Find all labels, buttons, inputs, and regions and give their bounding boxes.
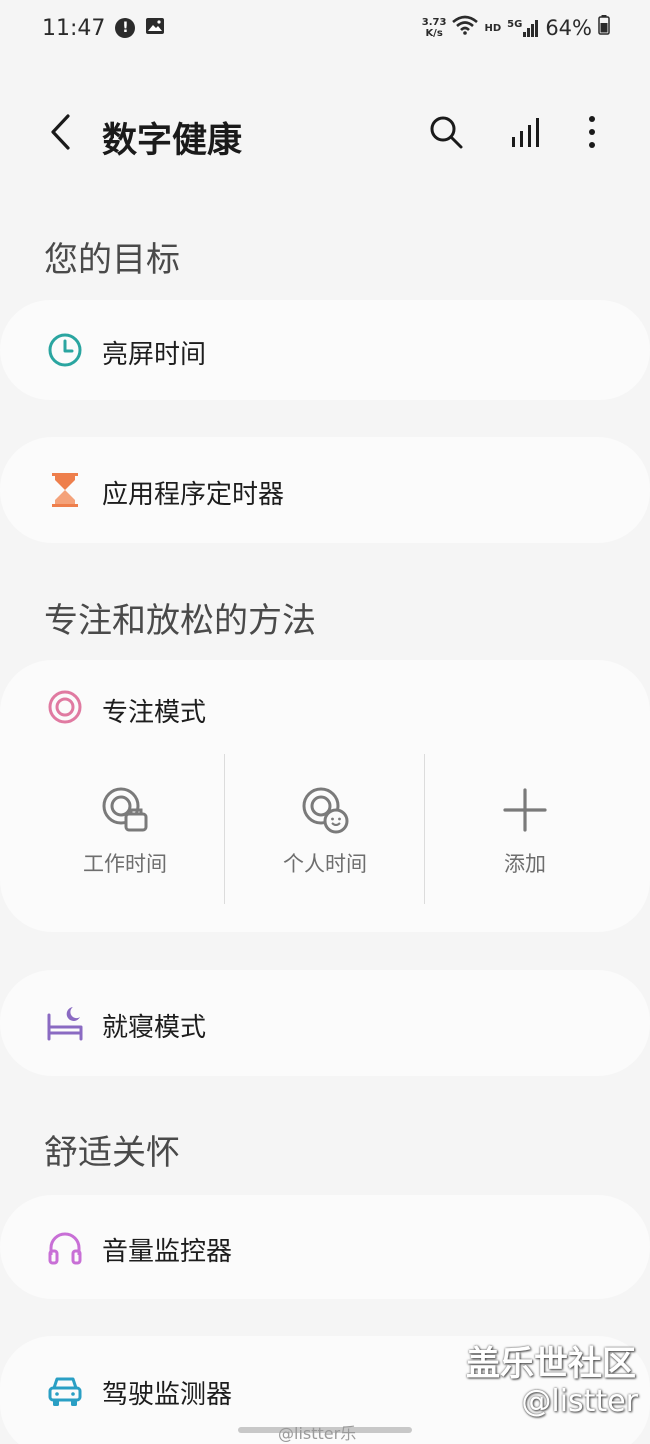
- bedtime-mode-label: 就寝模式: [102, 1013, 207, 1043]
- focus-mode-options: 工作时间 个人时间 添加: [25, 754, 625, 904]
- battery-icon: [598, 15, 610, 41]
- status-bar: 11:47 ! 3.73 K/s HD 5G 64%: [0, 0, 650, 56]
- add-mode-label: 添加: [504, 852, 546, 876]
- hd-label: HD: [484, 22, 502, 34]
- app-bar: 数字健康: [0, 96, 650, 172]
- add-mode-option[interactable]: 添加: [425, 754, 625, 904]
- hourglass-icon: [46, 471, 84, 509]
- driving-monitor-label: 驾驶监测器: [102, 1380, 233, 1410]
- status-time: 11:47: [42, 15, 106, 41]
- app-timer-row[interactable]: 应用程序定时器: [0, 440, 650, 540]
- search-icon: [430, 116, 463, 149]
- car-icon: [46, 1372, 84, 1410]
- bedtime-mode-card[interactable]: 就寝模式: [0, 970, 650, 1076]
- volume-monitor-row[interactable]: 音量监控器: [0, 1197, 650, 1297]
- volume-monitor-card[interactable]: 音量监控器: [0, 1195, 650, 1299]
- community-watermark: 盖乐世社区: [466, 1344, 636, 1384]
- section-title-goals: 您的目标: [44, 240, 180, 280]
- screen-time-card[interactable]: 亮屏时间: [0, 300, 650, 400]
- net-speed-unit: K/s: [425, 28, 443, 39]
- section-title-care: 舒适关怀: [44, 1133, 180, 1173]
- statistics-button[interactable]: [504, 110, 548, 154]
- app-timer-card[interactable]: 应用程序定时器: [0, 437, 650, 543]
- target-icon: [46, 688, 84, 726]
- search-button[interactable]: [424, 110, 468, 154]
- section-title-focus: 专注和放松的方法: [44, 601, 316, 641]
- volume-monitor-label: 音量监控器: [102, 1237, 233, 1267]
- plus-icon: [499, 784, 551, 836]
- net-speed-value: 3.73: [421, 17, 447, 28]
- network-type-label: 5G: [507, 19, 523, 30]
- weibo-watermark: @listter乐: [278, 1424, 357, 1443]
- clock-icon: [46, 331, 84, 369]
- personal-time-option[interactable]: 个人时间: [225, 754, 425, 904]
- more-options-button[interactable]: [570, 110, 614, 154]
- image-notification-icon: [145, 16, 165, 41]
- wifi-icon: [452, 15, 479, 41]
- net-speed: 3.73 K/s: [422, 17, 447, 39]
- bed-icon: [46, 1004, 84, 1042]
- screen-time-label: 亮屏时间: [102, 340, 207, 370]
- work-time-label: 工作时间: [83, 852, 167, 876]
- focus-mode-row[interactable]: 专注模式: [0, 660, 650, 754]
- back-button[interactable]: [40, 110, 80, 154]
- battery-percent: 64%: [545, 16, 592, 40]
- status-right: 3.73 K/s HD 5G 64%: [422, 15, 610, 41]
- screen-time-row[interactable]: 亮屏时间: [0, 300, 650, 400]
- bar-chart-icon: [512, 118, 539, 147]
- bedtime-mode-row[interactable]: 就寝模式: [0, 973, 650, 1073]
- more-vertical-icon: [589, 116, 595, 148]
- handle-watermark: @listter: [521, 1384, 638, 1419]
- status-left: 11:47 !: [42, 16, 165, 41]
- work-time-icon: [99, 784, 151, 836]
- cellular-signal-icon: 5G: [507, 19, 539, 37]
- chevron-left-icon: [51, 114, 70, 150]
- work-time-option[interactable]: 工作时间: [25, 754, 225, 904]
- alert-icon: !: [115, 18, 136, 38]
- personal-time-icon: [299, 784, 351, 836]
- focus-mode-label: 专注模式: [102, 698, 207, 728]
- headphones-icon: [46, 1228, 84, 1266]
- focus-mode-card: 专注模式 工作时间 个人时间 添加: [0, 660, 650, 932]
- personal-time-label: 个人时间: [283, 852, 367, 876]
- app-timer-label: 应用程序定时器: [102, 480, 285, 510]
- page-title: 数字健康: [102, 121, 243, 161]
